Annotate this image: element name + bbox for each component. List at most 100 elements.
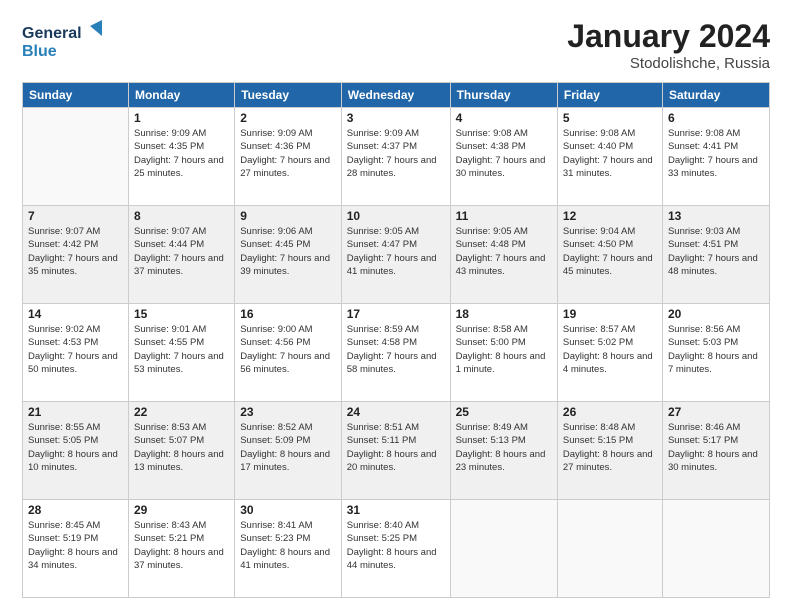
- day-number: 6: [668, 111, 764, 125]
- calendar-week-row: 28 Sunrise: 8:45 AMSunset: 5:19 PMDayligh…: [23, 500, 770, 598]
- day-info: Sunrise: 9:05 AMSunset: 4:47 PMDaylight:…: [347, 225, 445, 278]
- header-row: Sunday Monday Tuesday Wednesday Thursday…: [23, 83, 770, 108]
- header: General Blue January 2024 Stodolishche, …: [22, 18, 770, 72]
- col-friday: Friday: [557, 83, 662, 108]
- table-row: 7Sunrise: 9:07 AMSunset: 4:42 PMDaylight…: [23, 206, 129, 304]
- month-title: January 2024: [567, 18, 770, 55]
- day-number: 29: [134, 503, 229, 517]
- day-info: Sunrise: 9:02 AMSunset: 4:53 PMDaylight:…: [28, 323, 123, 376]
- day-info: Sunrise: 8:48 AMSunset: 5:15 PMDaylight:…: [563, 421, 657, 474]
- day-number: 14: [28, 307, 123, 321]
- table-row: 23 Sunrise: 8:52 AMSunset: 5:09 PMDayligh…: [235, 402, 342, 500]
- day-info: Sunrise: 8:43 AMSunset: 5:21 PMDaylight:…: [134, 519, 229, 572]
- day-number: 27: [668, 405, 764, 419]
- calendar-table: Sunday Monday Tuesday Wednesday Thursday…: [22, 82, 770, 598]
- day-info: Sunrise: 9:01 AMSunset: 4:55 PMDaylight:…: [134, 323, 229, 376]
- day-info: Sunrise: 8:55 AMSunset: 5:05 PMDaylight:…: [28, 421, 123, 474]
- title-block: January 2024 Stodolishche, Russia: [567, 18, 770, 72]
- day-number: 7: [28, 209, 123, 223]
- day-number: 26: [563, 405, 657, 419]
- calendar-page: General Blue January 2024 Stodolishche, …: [0, 0, 792, 612]
- day-info: Sunrise: 8:46 AMSunset: 5:17 PMDaylight:…: [668, 421, 764, 474]
- table-row: 21 Sunrise: 8:55 AMSunset: 5:05 PMDayligh…: [23, 402, 129, 500]
- day-number: 5: [563, 111, 657, 125]
- day-info: Sunrise: 9:09 AMSunset: 4:36 PMDaylight:…: [240, 127, 336, 180]
- calendar-week-row: 21 Sunrise: 8:55 AMSunset: 5:05 PMDayligh…: [23, 402, 770, 500]
- table-row: 13Sunrise: 9:03 AMSunset: 4:51 PMDayligh…: [662, 206, 769, 304]
- day-number: 28: [28, 503, 123, 517]
- svg-text:General: General: [22, 25, 82, 42]
- svg-text:Blue: Blue: [22, 43, 57, 60]
- day-info: Sunrise: 9:03 AMSunset: 4:51 PMDaylight:…: [668, 225, 764, 278]
- col-thursday: Thursday: [450, 83, 557, 108]
- day-number: 16: [240, 307, 336, 321]
- table-row: 6Sunrise: 9:08 AMSunset: 4:41 PMDaylight…: [662, 108, 769, 206]
- table-row: 26 Sunrise: 8:48 AMSunset: 5:15 PMDayligh…: [557, 402, 662, 500]
- col-saturday: Saturday: [662, 83, 769, 108]
- day-number: 20: [668, 307, 764, 321]
- day-number: 4: [456, 111, 552, 125]
- day-info: Sunrise: 9:09 AMSunset: 4:37 PMDaylight:…: [347, 127, 445, 180]
- day-number: 11: [456, 209, 552, 223]
- day-number: 18: [456, 307, 552, 321]
- day-info: Sunrise: 8:58 AMSunset: 5:00 PMDaylight:…: [456, 323, 552, 376]
- calendar-week-row: 1 Sunrise: 9:09 AMSunset: 4:35 PMDaylight…: [23, 108, 770, 206]
- day-number: 31: [347, 503, 445, 517]
- table-row: [557, 500, 662, 598]
- day-number: 21: [28, 405, 123, 419]
- table-row: 29 Sunrise: 8:43 AMSunset: 5:21 PMDayligh…: [128, 500, 234, 598]
- day-info: Sunrise: 9:06 AMSunset: 4:45 PMDaylight:…: [240, 225, 336, 278]
- day-number: 24: [347, 405, 445, 419]
- day-number: 2: [240, 111, 336, 125]
- day-number: 25: [456, 405, 552, 419]
- table-row: 28 Sunrise: 8:45 AMSunset: 5:19 PMDayligh…: [23, 500, 129, 598]
- table-row: 27 Sunrise: 8:46 AMSunset: 5:17 PMDayligh…: [662, 402, 769, 500]
- col-sunday: Sunday: [23, 83, 129, 108]
- col-tuesday: Tuesday: [235, 83, 342, 108]
- day-info: Sunrise: 8:52 AMSunset: 5:09 PMDaylight:…: [240, 421, 336, 474]
- day-info: Sunrise: 8:56 AMSunset: 5:03 PMDaylight:…: [668, 323, 764, 376]
- day-info: Sunrise: 8:57 AMSunset: 5:02 PMDaylight:…: [563, 323, 657, 376]
- logo-svg: General Blue: [22, 18, 112, 62]
- day-number: 1: [134, 111, 229, 125]
- day-info: Sunrise: 9:04 AMSunset: 4:50 PMDaylight:…: [563, 225, 657, 278]
- day-number: 9: [240, 209, 336, 223]
- table-row: 18 Sunrise: 8:58 AMSunset: 5:00 PMDayligh…: [450, 304, 557, 402]
- day-number: 12: [563, 209, 657, 223]
- table-row: 4 Sunrise: 9:08 AMSunset: 4:38 PMDaylight…: [450, 108, 557, 206]
- logo: General Blue: [22, 18, 112, 62]
- day-info: Sunrise: 9:09 AMSunset: 4:35 PMDaylight:…: [134, 127, 229, 180]
- day-info: Sunrise: 8:41 AMSunset: 5:23 PMDaylight:…: [240, 519, 336, 572]
- day-info: Sunrise: 9:08 AMSunset: 4:40 PMDaylight:…: [563, 127, 657, 180]
- table-row: 3 Sunrise: 9:09 AMSunset: 4:37 PMDaylight…: [341, 108, 450, 206]
- table-row: 16 Sunrise: 9:00 AMSunset: 4:56 PMDayligh…: [235, 304, 342, 402]
- day-number: 22: [134, 405, 229, 419]
- table-row: 10Sunrise: 9:05 AMSunset: 4:47 PMDayligh…: [341, 206, 450, 304]
- day-info: Sunrise: 9:00 AMSunset: 4:56 PMDaylight:…: [240, 323, 336, 376]
- location: Stodolishche, Russia: [567, 55, 770, 72]
- day-info: Sunrise: 8:40 AMSunset: 5:25 PMDaylight:…: [347, 519, 445, 572]
- table-row: 11Sunrise: 9:05 AMSunset: 4:48 PMDayligh…: [450, 206, 557, 304]
- table-row: 12 Sunrise: 9:04 AMSunset: 4:50 PMDayligh…: [557, 206, 662, 304]
- day-info: Sunrise: 8:51 AMSunset: 5:11 PMDaylight:…: [347, 421, 445, 474]
- day-number: 3: [347, 111, 445, 125]
- col-monday: Monday: [128, 83, 234, 108]
- calendar-week-row: 14 Sunrise: 9:02 AMSunset: 4:53 PMDayligh…: [23, 304, 770, 402]
- calendar-week-row: 7Sunrise: 9:07 AMSunset: 4:42 PMDaylight…: [23, 206, 770, 304]
- day-info: Sunrise: 9:08 AMSunset: 4:38 PMDaylight:…: [456, 127, 552, 180]
- day-info: Sunrise: 8:53 AMSunset: 5:07 PMDaylight:…: [134, 421, 229, 474]
- day-info: Sunrise: 8:59 AMSunset: 4:58 PMDaylight:…: [347, 323, 445, 376]
- table-row: 17Sunrise: 8:59 AMSunset: 4:58 PMDayligh…: [341, 304, 450, 402]
- table-row: 30 Sunrise: 8:41 AMSunset: 5:23 PMDayligh…: [235, 500, 342, 598]
- day-number: 19: [563, 307, 657, 321]
- day-info: Sunrise: 8:49 AMSunset: 5:13 PMDaylight:…: [456, 421, 552, 474]
- day-number: 30: [240, 503, 336, 517]
- day-info: Sunrise: 9:07 AMSunset: 4:44 PMDaylight:…: [134, 225, 229, 278]
- table-row: 2 Sunrise: 9:09 AMSunset: 4:36 PMDaylight…: [235, 108, 342, 206]
- day-info: Sunrise: 8:45 AMSunset: 5:19 PMDaylight:…: [28, 519, 123, 572]
- table-row: [450, 500, 557, 598]
- day-number: 23: [240, 405, 336, 419]
- table-row: 24 Sunrise: 8:51 AMSunset: 5:11 PMDayligh…: [341, 402, 450, 500]
- table-row: 8Sunrise: 9:07 AMSunset: 4:44 PMDaylight…: [128, 206, 234, 304]
- table-row: [23, 108, 129, 206]
